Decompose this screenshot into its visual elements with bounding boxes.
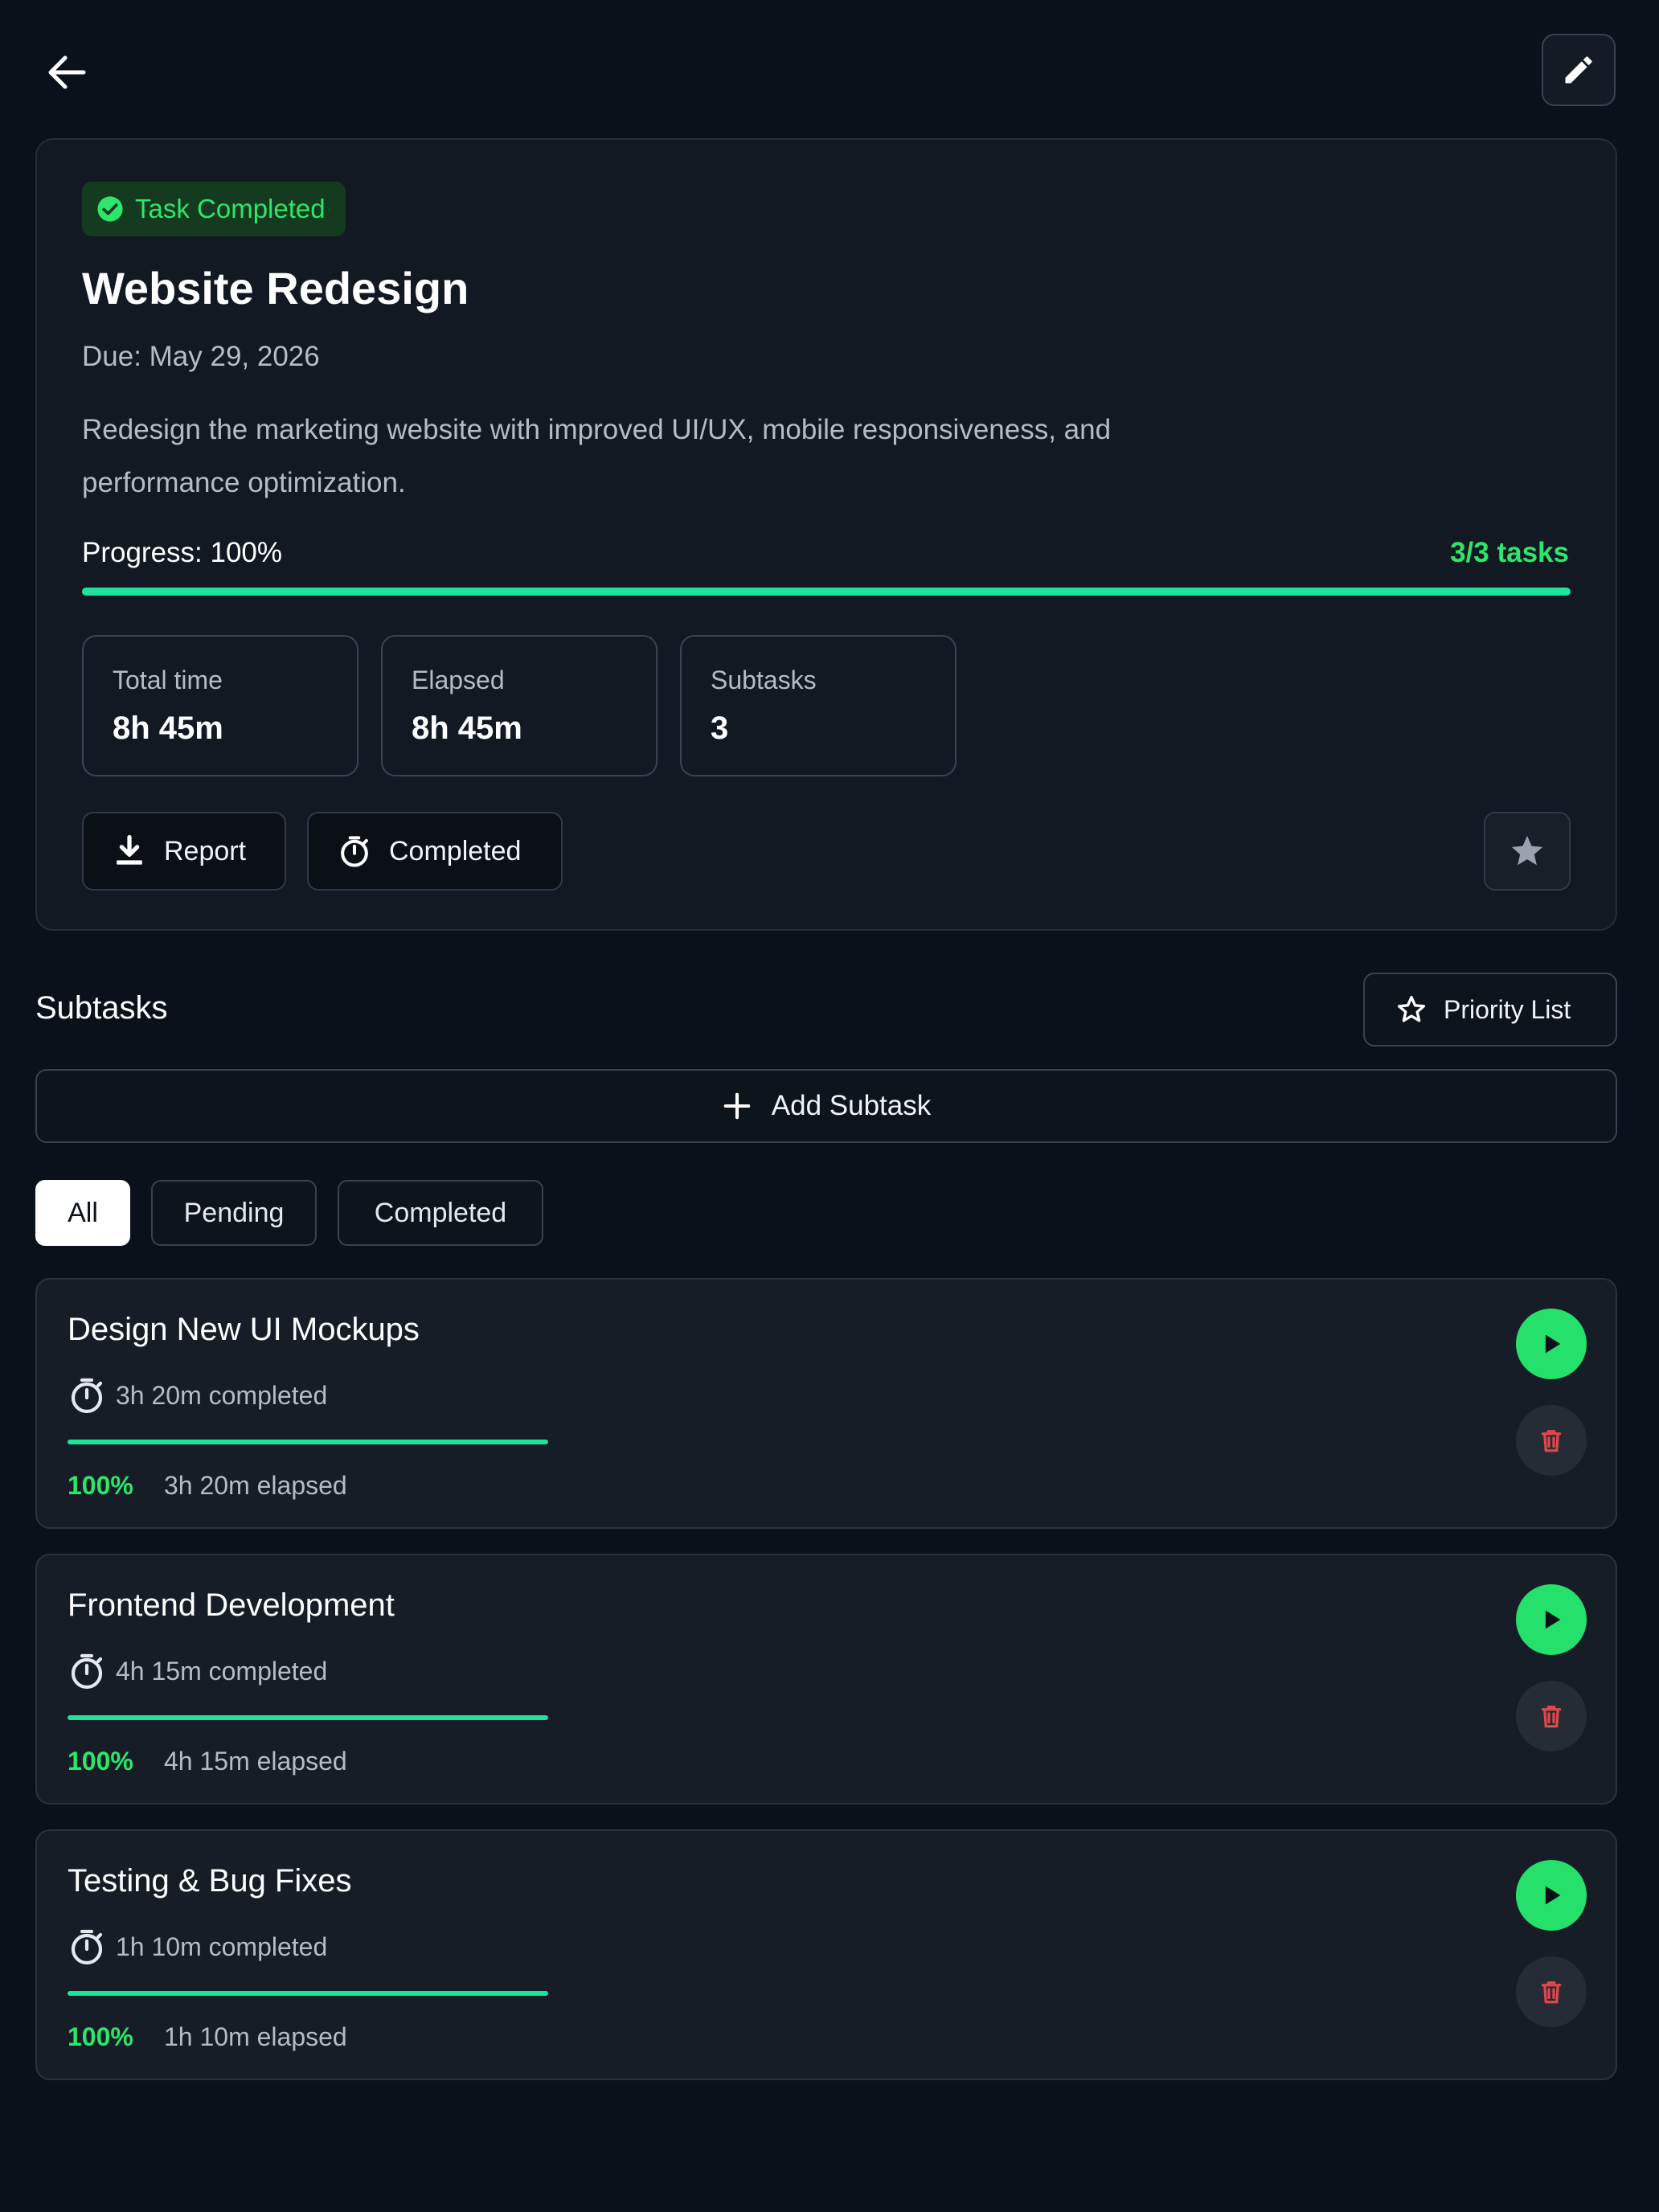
- stat-label: Elapsed: [412, 666, 505, 694]
- subtask-progress-fill: [68, 1991, 548, 1996]
- subtask-card[interactable]: Frontend Development 4h 15m completed 10…: [35, 1554, 1617, 1804]
- subtask-progress-fill: [68, 1715, 548, 1720]
- play-button[interactable]: [1516, 1860, 1587, 1931]
- report-button[interactable]: Report: [82, 812, 286, 891]
- subtask-progress-fill: [68, 1440, 548, 1444]
- subtask-title: Testing & Bug Fixes: [68, 1863, 352, 1899]
- subtask-time-text: 3h 20m completed: [116, 1380, 328, 1410]
- subtask-percent: 100%: [68, 1747, 133, 1776]
- download-icon: [117, 834, 142, 865]
- stopwatch-icon: [341, 836, 368, 867]
- star-outline-icon: [1398, 996, 1425, 1022]
- stat-total-time: Total time 8h 45m: [82, 635, 358, 776]
- edit-button[interactable]: [1542, 34, 1616, 106]
- subtask-elapsed: 4h 15m elapsed: [164, 1747, 347, 1776]
- add-subtask-button[interactable]: Add Subtask: [35, 1069, 1617, 1143]
- subtask-progress-bar: [68, 1440, 548, 1444]
- add-subtask-label: Add Subtask: [771, 1090, 932, 1121]
- subtask-progress-bar: [68, 1991, 548, 1996]
- subtask-card[interactable]: Design New UI Mockups 3h 20m completed 1…: [35, 1278, 1617, 1529]
- progress-label: Progress: 100%: [82, 537, 283, 568]
- subtask-title: Design New UI Mockups: [68, 1312, 420, 1347]
- play-icon: [1545, 1334, 1561, 1354]
- subtask-time-text: 1h 10m completed: [116, 1931, 328, 1961]
- subtask-elapsed: 3h 20m elapsed: [164, 1471, 347, 1500]
- stat-label: Total time: [113, 666, 223, 694]
- priority-list-button[interactable]: Priority List: [1363, 973, 1617, 1047]
- subtask-card[interactable]: Testing & Bug Fixes 1h 10m completed 100…: [35, 1829, 1617, 2080]
- subtask-title: Frontend Development: [68, 1587, 395, 1623]
- subtask-time: 3h 20m completed: [68, 1376, 327, 1415]
- trash-icon: [1541, 1706, 1562, 1728]
- plus-icon: [723, 1092, 751, 1120]
- favorite-button[interactable]: [1484, 812, 1571, 891]
- stopwatch-icon: [71, 1929, 103, 1965]
- subtask-percent: 100%: [68, 1471, 133, 1500]
- stat-subtasks: Subtasks 3: [680, 635, 956, 776]
- star-icon: [1511, 835, 1543, 866]
- subtask-percent: 100%: [68, 2022, 133, 2051]
- status-badge-label: Task Completed: [135, 194, 326, 223]
- delete-button[interactable]: [1516, 1956, 1587, 2027]
- task-progress-bar: [82, 588, 1571, 596]
- play-icon: [1545, 1610, 1561, 1629]
- timer-status-label: Completed: [389, 835, 522, 866]
- priority-list-label: Priority List: [1444, 994, 1571, 1024]
- timer-status-button[interactable]: Completed: [307, 812, 563, 891]
- arrow-left-icon: [48, 55, 86, 89]
- play-button[interactable]: [1516, 1584, 1587, 1655]
- trash-icon: [1541, 1430, 1562, 1452]
- delete-button[interactable]: [1516, 1681, 1587, 1751]
- stat-value: 8h 45m: [412, 711, 522, 746]
- subtask-time-text: 4h 15m completed: [116, 1656, 328, 1686]
- status-badge: Task Completed: [82, 182, 346, 236]
- back-button[interactable]: [40, 47, 92, 98]
- filter-all[interactable]: All: [35, 1180, 130, 1246]
- stopwatch-icon: [71, 1653, 103, 1690]
- stat-elapsed: Elapsed 8h 45m: [381, 635, 657, 776]
- task-progress-fill: [82, 588, 1571, 596]
- tasks-count: 3/3 tasks: [1450, 537, 1569, 568]
- stat-value: 8h 45m: [113, 711, 223, 746]
- pencil-icon: [1565, 56, 1592, 84]
- subtask-elapsed: 1h 10m elapsed: [164, 2022, 347, 2051]
- stat-label: Subtasks: [711, 666, 817, 694]
- subtask-time: 1h 10m completed: [68, 1927, 327, 1966]
- subtasks-heading: Subtasks: [35, 990, 168, 1026]
- report-button-label: Report: [164, 835, 247, 866]
- play-icon: [1545, 1886, 1561, 1905]
- delete-button[interactable]: [1516, 1405, 1587, 1476]
- task-title: Website Redesign: [82, 263, 469, 313]
- due-date: Due: May 29, 2026: [82, 341, 320, 372]
- filter-completed[interactable]: Completed: [338, 1180, 543, 1246]
- stopwatch-icon: [71, 1378, 103, 1414]
- filter-pending[interactable]: Pending: [151, 1180, 317, 1246]
- task-description: Redesign the marketing website with impr…: [82, 414, 1112, 498]
- stat-value: 3: [711, 711, 729, 746]
- trash-icon: [1541, 1981, 1562, 2004]
- check-circle-icon: [97, 196, 123, 222]
- subtask-progress-bar: [68, 1715, 548, 1720]
- subtask-time: 4h 15m completed: [68, 1652, 327, 1690]
- play-button[interactable]: [1516, 1309, 1587, 1379]
